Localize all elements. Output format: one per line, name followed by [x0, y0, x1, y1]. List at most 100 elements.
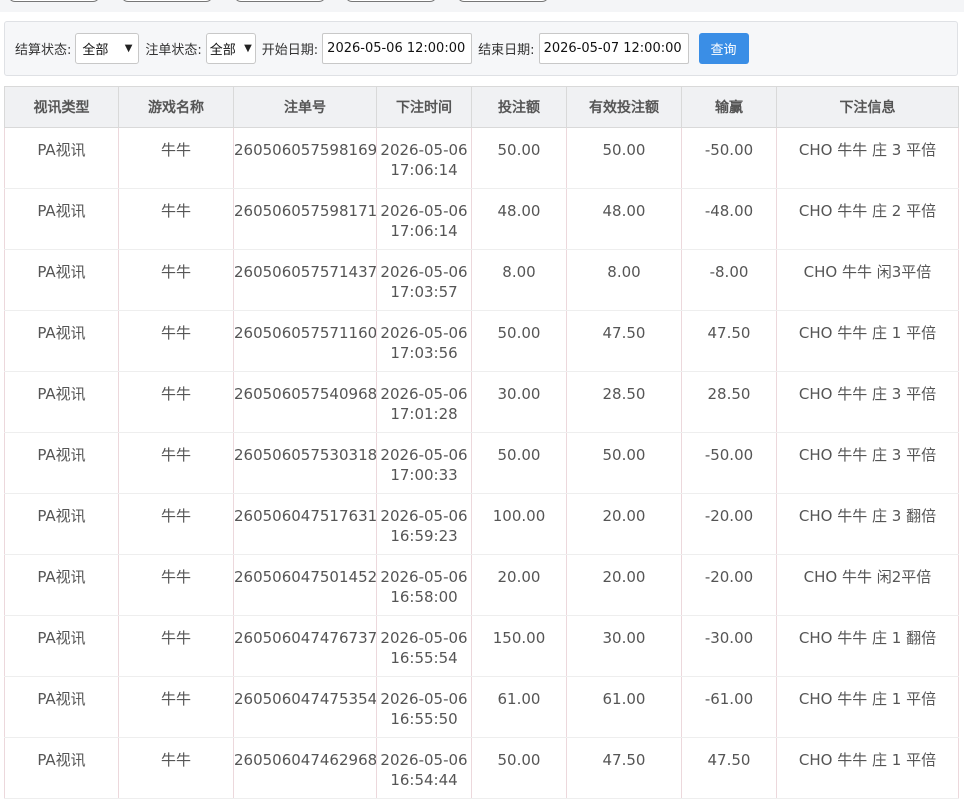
order-status-select[interactable]: 全部 ▼ — [205, 33, 256, 64]
cell-win-loss: 47.50 — [681, 310, 777, 372]
cell-win-loss: -48.00 — [681, 188, 777, 250]
cell-bet-info: CHO 牛牛 庄 1 平倍 — [776, 676, 959, 738]
cell-valid-bet: 50.00 — [566, 432, 682, 494]
bet-clock-time: 17:03:57 — [390, 283, 458, 301]
cell-game-name: 牛牛 — [118, 615, 234, 677]
cell-order-no: 260506057571437 — [233, 249, 377, 311]
bet-date: 2026-05-06 — [380, 690, 468, 708]
cell-bet-info: CHO 牛牛 庄 3 平倍 — [776, 371, 959, 433]
cell-game-name: 牛牛 — [118, 676, 234, 738]
cell-win-loss: -20.00 — [681, 554, 777, 616]
cell-order-no: 260506047476737 — [233, 615, 377, 677]
cell-bet-time: 2026-05-06 16:55:50 — [376, 676, 472, 738]
table-header-row: 视讯类型 游戏名称 注单号 下注时间 投注额 有效投注额 输赢 下注信息 — [4, 86, 959, 128]
table-row: PA视讯 牛牛 260506047476737 2026-05-06 16:55:54 1… — [4, 615, 959, 677]
cell-bet-amount: 20.00 — [471, 554, 567, 616]
start-date-input[interactable]: 2026-05-06 12:00:00 — [322, 33, 473, 64]
bet-date: 2026-05-06 — [380, 568, 468, 586]
cell-game-name: 牛牛 — [118, 737, 234, 799]
bet-clock-time: 16:54:44 — [390, 771, 458, 789]
cell-game-name: 牛牛 — [118, 371, 234, 433]
header-bet-amount: 投注额 — [471, 86, 567, 128]
cell-bet-amount: 150.00 — [471, 615, 567, 677]
cell-game-name: 牛牛 — [118, 127, 234, 189]
cell-video-type: PA视讯 — [4, 615, 119, 677]
cell-game-name: 牛牛 — [118, 554, 234, 616]
table-row: PA视讯 牛牛 260506057540968 2026-05-06 17:01:28 3… — [4, 371, 959, 433]
cell-video-type: PA视讯 — [4, 371, 119, 433]
order-status-label: 注单状态: — [145, 43, 202, 58]
end-date-value: 2026-05-07 12:00:00 — [543, 41, 682, 56]
cell-bet-info: CHO 牛牛 庄 1 平倍 — [776, 737, 959, 799]
cell-game-name: 牛牛 — [118, 249, 234, 311]
bet-clock-time: 16:59:23 — [390, 527, 458, 545]
top-tab-1[interactable] — [8, 0, 100, 2]
bet-clock-time: 16:55:50 — [390, 710, 458, 728]
cell-video-type: PA视讯 — [4, 676, 119, 738]
cell-win-loss: -50.00 — [681, 127, 777, 189]
top-tab-2[interactable] — [121, 0, 213, 2]
cell-bet-time: 2026-05-06 17:03:57 — [376, 249, 472, 311]
cell-valid-bet: 47.50 — [566, 737, 682, 799]
table-row: PA视讯 牛牛 260506057598169 2026-05-06 17:06:14 5… — [4, 127, 959, 189]
cell-bet-amount: 8.00 — [471, 249, 567, 311]
start-date-value: 2026-05-06 12:00:00 — [327, 41, 466, 56]
table-row: PA视讯 牛牛 260506047517631 2026-05-06 16:59:23 1… — [4, 493, 959, 555]
table-row: PA视讯 牛牛 260506047462968 2026-05-06 16:54:44 5… — [4, 737, 959, 799]
header-order-no: 注单号 — [233, 86, 377, 128]
table-row: PA视讯 牛牛 260506057571160 2026-05-06 17:03:56 5… — [4, 310, 959, 372]
cell-bet-time: 2026-05-06 16:58:00 — [376, 554, 472, 616]
header-game-name: 游戏名称 — [118, 86, 234, 128]
cell-valid-bet: 28.50 — [566, 371, 682, 433]
cell-bet-amount: 50.00 — [471, 310, 567, 372]
cell-bet-info: CHO 牛牛 庄 2 平倍 — [776, 188, 959, 250]
table-row: PA视讯 牛牛 260506057530318 2026-05-06 17:00:33 5… — [4, 432, 959, 494]
cell-bet-info: CHO 牛牛 庄 3 翻倍 — [776, 493, 959, 555]
cell-win-loss: -8.00 — [681, 249, 777, 311]
cell-win-loss: -20.00 — [681, 493, 777, 555]
chevron-down-icon: ▼ — [124, 43, 133, 54]
end-date-label: 结束日期: — [478, 43, 535, 58]
cell-valid-bet: 47.50 — [566, 310, 682, 372]
cell-bet-info: CHO 牛牛 闲3平倍 — [776, 249, 959, 311]
cell-bet-time: 2026-05-06 17:00:33 — [376, 432, 472, 494]
cell-bet-time: 2026-05-06 16:59:23 — [376, 493, 472, 555]
cell-valid-bet: 61.00 — [566, 676, 682, 738]
settle-status-value: 全部 — [82, 43, 109, 58]
end-date-input[interactable]: 2026-05-07 12:00:00 — [538, 33, 689, 64]
header-valid-bet: 有效投注额 — [566, 86, 682, 128]
bet-clock-time: 17:00:33 — [390, 466, 458, 484]
bet-date: 2026-05-06 — [380, 141, 468, 159]
bet-clock-time: 17:01:28 — [390, 405, 458, 423]
cell-order-no: 260506047517631 — [233, 493, 377, 555]
settle-status-select[interactable]: 全部 ▼ — [75, 33, 140, 64]
cell-order-no: 260506057540968 — [233, 371, 377, 433]
cell-bet-time: 2026-05-06 17:03:56 — [376, 310, 472, 372]
cell-bet-amount: 50.00 — [471, 737, 567, 799]
cell-video-type: PA视讯 — [4, 310, 119, 372]
top-tab-3[interactable] — [234, 0, 326, 2]
table-row: PA视讯 牛牛 260506047475354 2026-05-06 16:55:50 6… — [4, 676, 959, 738]
cell-win-loss: -30.00 — [681, 615, 777, 677]
cell-order-no: 260506057530318 — [233, 432, 377, 494]
header-win-loss: 输赢 — [681, 86, 777, 128]
table-row: PA视讯 牛牛 260506057598171 2026-05-06 17:06:14 4… — [4, 188, 959, 250]
cell-bet-amount: 50.00 — [471, 432, 567, 494]
settle-status-label: 结算状态: — [15, 43, 72, 58]
cell-bet-info: CHO 牛牛 庄 1 平倍 — [776, 310, 959, 372]
cell-valid-bet: 50.00 — [566, 127, 682, 189]
cell-video-type: PA视讯 — [4, 737, 119, 799]
cell-order-no: 260506047501452 — [233, 554, 377, 616]
order-status-value: 全部 — [209, 43, 236, 58]
chevron-down-icon: ▼ — [244, 43, 252, 54]
top-tab-4[interactable] — [345, 0, 437, 2]
cell-bet-amount: 50.00 — [471, 127, 567, 189]
top-tab-5[interactable] — [457, 0, 549, 2]
cell-bet-time: 2026-05-06 17:01:28 — [376, 371, 472, 433]
cell-win-loss: -50.00 — [681, 432, 777, 494]
table-row: PA视讯 牛牛 260506047501452 2026-05-06 16:58:00 2… — [4, 554, 959, 616]
cell-bet-amount: 61.00 — [471, 676, 567, 738]
query-button[interactable]: 查询 — [698, 33, 749, 64]
bet-date: 2026-05-06 — [380, 629, 468, 647]
cell-bet-time: 2026-05-06 17:06:14 — [376, 127, 472, 189]
